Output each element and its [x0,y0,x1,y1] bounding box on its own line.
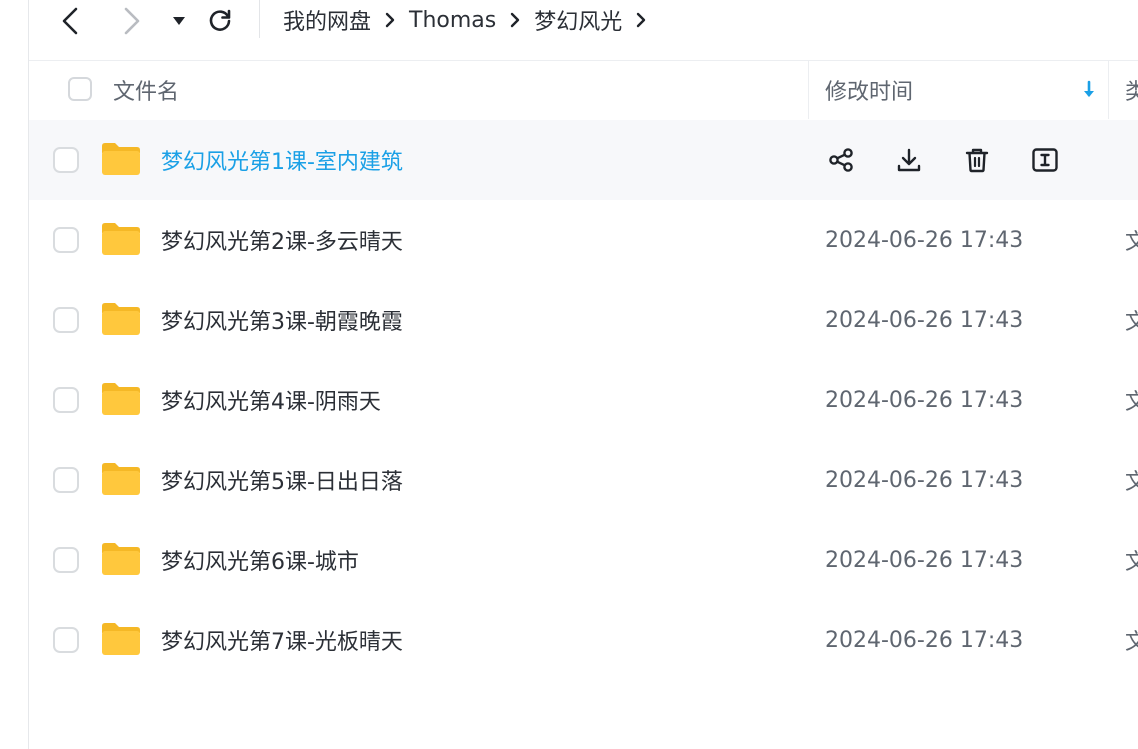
row-checkbox[interactable] [53,467,79,493]
refresh-button[interactable] [205,0,235,42]
modified-time: 2024-06-26 17:43 [825,547,1024,573]
table-row[interactable]: 梦幻风光第4课-阴雨天 2024-06-26 17:43 文 [29,360,1138,440]
row-actions [825,120,1097,200]
rename-icon [1032,148,1058,172]
folder-icon [102,383,140,415]
file-list: 梦幻风光第1课-室内建筑 梦幻风光第2课-多云晴天 2024-06-26 17:… [29,120,1138,680]
folder-icon [102,463,140,495]
folder-icon [102,543,140,575]
file-name[interactable]: 梦幻风光第5课-日出日落 [161,440,403,520]
delete-icon [965,148,989,173]
caret-down-icon [173,17,185,25]
table-row[interactable]: 梦幻风光第2课-多云晴天 2024-06-26 17:43 文 [29,200,1138,280]
breadcrumb-item-folder[interactable]: Thomas [409,8,496,33]
table-row[interactable]: 梦幻风光第5课-日出日落 2024-06-26 17:43 文 [29,440,1138,520]
download-icon [897,148,921,172]
table-row[interactable]: 梦幻风光第7课-光板晴天 2024-06-26 17:43 文 [29,600,1138,680]
column-header-type[interactable]: 类 [1125,61,1138,119]
modified-time: 2024-06-26 17:43 [825,467,1024,493]
column-header-modified[interactable]: 修改时间 [825,61,913,119]
sort-descending-icon[interactable] [1081,80,1097,100]
toolbar-divider [259,0,260,38]
folder-icon [102,223,140,255]
table-row[interactable]: 梦幻风光第6课-城市 2024-06-26 17:43 文 [29,520,1138,600]
table-header: 文件名 修改时间 类 [29,61,1138,119]
file-type: 文 [1125,470,1138,495]
folder-icon [102,623,140,655]
table-row[interactable]: 梦幻风光第3课-朝霞晚霞 2024-06-26 17:43 文 [29,280,1138,360]
modified-time: 2024-06-26 17:43 [825,307,1024,333]
folder-icon [102,143,140,175]
download-button[interactable] [893,144,925,176]
breadcrumb-item-current[interactable]: 梦幻风光 [534,4,622,36]
file-name[interactable]: 梦幻风光第3课-朝霞晚霞 [161,280,403,360]
row-checkbox[interactable] [53,227,79,253]
column-divider[interactable] [808,61,809,119]
file-name[interactable]: 梦幻风光第6课-城市 [161,520,359,600]
row-checkbox[interactable] [53,627,79,653]
modified-time: 2024-06-26 17:43 [825,227,1024,253]
row-checkbox[interactable] [53,547,79,573]
row-checkbox[interactable] [53,307,79,333]
breadcrumb-chevron-icon [384,11,396,29]
breadcrumb-item-root[interactable]: 我的网盘 [283,4,371,36]
file-name[interactable]: 梦幻风光第1课-室内建筑 [161,120,403,200]
breadcrumb-more-chevron-icon[interactable] [635,11,647,29]
toolbar: 我的网盘 Thomas 梦幻风光 [29,0,1138,61]
forward-button[interactable] [117,0,147,42]
modified-time: 2024-06-26 17:43 [825,387,1024,413]
row-checkbox[interactable] [53,147,79,173]
select-all-checkbox[interactable] [68,77,92,101]
file-type: 文 [1125,390,1138,415]
column-header-name[interactable]: 文件名 [113,61,179,119]
breadcrumb-chevron-icon [509,11,521,29]
history-dropdown-button[interactable] [169,0,189,42]
chevron-left-icon [62,7,78,35]
file-type: 文 [1125,230,1138,255]
file-name[interactable]: 梦幻风光第7课-光板晴天 [161,600,403,680]
breadcrumb: 我的网盘 Thomas 梦幻风光 [283,0,660,40]
share-icon [829,148,853,172]
file-name[interactable]: 梦幻风光第2课-多云晴天 [161,200,403,280]
share-button[interactable] [825,144,857,176]
file-type: 文 [1125,310,1138,335]
file-name[interactable]: 梦幻风光第4课-阴雨天 [161,360,381,440]
table-row[interactable]: 梦幻风光第1课-室内建筑 [29,120,1138,200]
refresh-icon [209,9,231,31]
file-type: 文 [1125,550,1138,575]
rename-button[interactable] [1029,144,1061,176]
delete-button[interactable] [961,144,993,176]
left-panel-edge [0,0,29,749]
file-browser: 我的网盘 Thomas 梦幻风光 文件名 修改时间 类 梦幻风光第1课-室内建筑… [29,0,1138,749]
row-checkbox[interactable] [53,387,79,413]
chevron-right-icon [124,7,140,35]
column-divider[interactable] [1108,61,1109,119]
folder-icon [102,303,140,335]
file-type: 文 [1125,630,1138,655]
back-button[interactable] [55,0,85,42]
modified-time: 2024-06-26 17:43 [825,627,1024,653]
